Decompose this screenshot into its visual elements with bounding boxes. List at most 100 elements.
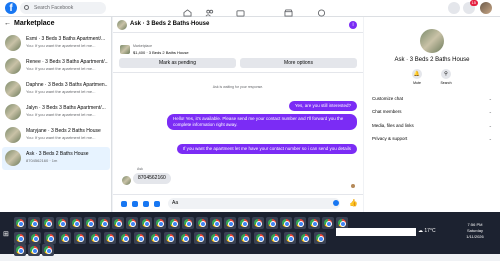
chrome-taskbar-icon[interactable]: [284, 232, 296, 244]
chrome-taskbar-icon[interactable]: [238, 217, 250, 229]
microphone-icon[interactable]: [121, 201, 127, 207]
search-button[interactable]: ⚲ Search: [436, 69, 456, 85]
section-privacy-support[interactable]: Privacy & support ⌄: [372, 136, 492, 141]
conversation-item-ask[interactable]: Ask · 3 Beds 2 Baths House 8704562160 · …: [2, 147, 110, 170]
conversation-snippet: You: If you want the apartment let me...: [26, 43, 96, 48]
chrome-taskbar-icon[interactable]: [314, 232, 326, 244]
chrome-taskbar-icon[interactable]: [14, 232, 26, 244]
chrome-taskbar-icon[interactable]: [266, 217, 278, 229]
chrome-taskbar-icon[interactable]: [308, 217, 320, 229]
chrome-icon: [61, 234, 69, 242]
system-clock[interactable]: 7:56 PM Saturday 1/11/2026: [455, 222, 495, 240]
chrome-taskbar-icon[interactable]: [168, 217, 180, 229]
friends-icon[interactable]: [205, 4, 214, 17]
chrome-taskbar-icon[interactable]: [59, 232, 71, 244]
chrome-taskbar-icon[interactable]: [209, 232, 221, 244]
chrome-taskbar-icon[interactable]: [210, 217, 222, 229]
chrome-taskbar-icon[interactable]: [14, 217, 26, 229]
chrome-taskbar-icon[interactable]: [269, 232, 281, 244]
chrome-taskbar-icon[interactable]: [149, 232, 161, 244]
chrome-taskbar-icon[interactable]: [239, 232, 251, 244]
chrome-icon: [198, 219, 206, 227]
chrome-taskbar-icon[interactable]: [280, 217, 292, 229]
conversation-item-maryjane[interactable]: Maryjane · 3 Beds 2 Baths House You: If …: [2, 124, 110, 147]
chrome-taskbar-icon[interactable]: [224, 217, 236, 229]
windows-start-icon[interactable]: ⊞: [3, 230, 9, 238]
chrome-taskbar-icon[interactable]: [14, 244, 26, 256]
chrome-taskbar-icon[interactable]: [252, 217, 264, 229]
chrome-icon: [170, 219, 178, 227]
sticker-icon[interactable]: [143, 201, 149, 207]
top-bar: f Search Facebook 15: [0, 0, 500, 17]
mark-as-pending-button[interactable]: Mark as pending: [119, 58, 236, 68]
home-icon[interactable]: [183, 4, 192, 17]
chrome-taskbar-icon[interactable]: [104, 232, 116, 244]
chrome-taskbar-icon[interactable]: [322, 217, 334, 229]
chrome-taskbar-icon[interactable]: [84, 217, 96, 229]
chrome-taskbar-icon[interactable]: [154, 217, 166, 229]
chrome-taskbar-icon[interactable]: [164, 232, 176, 244]
back-arrow-icon[interactable]: ←: [4, 20, 11, 27]
chrome-taskbar-icon[interactable]: [299, 232, 311, 244]
chrome-taskbar-icon[interactable]: [42, 244, 54, 256]
chrome-taskbar-icon[interactable]: [224, 232, 236, 244]
chevron-down-icon[interactable]: ⌄: [189, 20, 193, 26]
video-icon[interactable]: [236, 4, 245, 17]
chrome-taskbar-icon[interactable]: [42, 217, 54, 229]
conversation-name: Maryjane · 3 Beds 2 Baths House: [26, 128, 101, 134]
chrome-icon: [282, 219, 290, 227]
chrome-taskbar-icon[interactable]: [140, 217, 152, 229]
facebook-logo[interactable]: f: [5, 2, 17, 14]
conversation-item-jalyn[interactable]: Jalyn · 3 Beds 3 Baths Apartment/... You…: [2, 101, 110, 124]
mute-button[interactable]: 🔔 Mute: [407, 69, 427, 85]
groups-icon[interactable]: [317, 4, 326, 17]
chrome-taskbar-icon[interactable]: [134, 232, 146, 244]
taskbar-search-box[interactable]: [336, 228, 416, 236]
search-input[interactable]: Search Facebook: [20, 2, 106, 14]
chrome-taskbar-icon[interactable]: [98, 217, 110, 229]
chrome-taskbar-icon[interactable]: [28, 217, 40, 229]
weather-widget[interactable]: ☁ 17°C: [418, 228, 436, 234]
chrome-taskbar-icon[interactable]: [112, 217, 124, 229]
conversation-name: Esmi · 3 Beds 3 Baths Apartment/...: [26, 36, 106, 42]
chrome-icon: [72, 219, 80, 227]
chrome-icon: [16, 246, 24, 254]
message-input[interactable]: Aa: [168, 198, 340, 209]
chrome-taskbar-icon[interactable]: [56, 217, 68, 229]
conversation-item-esmi[interactable]: Esmi · 3 Beds 3 Baths Apartment/... You:…: [2, 32, 110, 55]
like-icon[interactable]: 👍: [349, 199, 358, 207]
menu-icon[interactable]: [448, 2, 460, 14]
profile-avatar[interactable]: [480, 2, 492, 14]
info-icon[interactable]: i: [349, 21, 357, 29]
section-customize-chat[interactable]: Customize chat ⌄: [372, 96, 492, 101]
conversation-item-renee[interactable]: Renee · 3 Beds 3 Baths Apartment/... You…: [2, 55, 110, 78]
gif-icon[interactable]: [154, 201, 160, 207]
chrome-taskbar-icon[interactable]: [89, 232, 101, 244]
chrome-taskbar-icon[interactable]: [29, 232, 41, 244]
conversation-item-daphne[interactable]: Daphne · 3 Beds 3 Baths Apartmen... You:…: [2, 78, 110, 101]
chrome-taskbar-icon[interactable]: [126, 217, 138, 229]
chrome-taskbar-icon[interactable]: [254, 232, 266, 244]
notifications-icon[interactable]: 15: [463, 0, 478, 14]
chrome-taskbar-icon[interactable]: [196, 217, 208, 229]
chrome-taskbar-icon[interactable]: [74, 232, 86, 244]
chat-title[interactable]: Ask · 3 Beds 2 Baths House: [130, 21, 209, 27]
marketplace-icon[interactable]: [284, 4, 293, 17]
chrome-taskbar-icon[interactable]: [119, 232, 131, 244]
section-chat-members[interactable]: Chat members ⌄: [372, 109, 492, 114]
chrome-taskbar-icon[interactable]: [179, 232, 191, 244]
conversation-snippet: You: If you want the apartment let me...: [26, 89, 96, 94]
chrome-taskbar-icon[interactable]: [182, 217, 194, 229]
avatar: [5, 104, 21, 120]
section-media-files-links[interactable]: Media, files and links ⌄: [372, 123, 492, 128]
more-options-button[interactable]: More options: [240, 58, 357, 68]
chrome-taskbar-icon[interactable]: [194, 232, 206, 244]
chrome-taskbar-icon[interactable]: [70, 217, 82, 229]
chrome-icon: [338, 219, 346, 227]
emoji-icon[interactable]: [333, 200, 339, 206]
chrome-taskbar-icon[interactable]: [28, 244, 40, 256]
chrome-taskbar-icon[interactable]: [294, 217, 306, 229]
chrome-taskbar-icon[interactable]: [44, 232, 56, 244]
image-icon[interactable]: [132, 201, 138, 207]
weather-icon: ☁: [418, 228, 423, 234]
